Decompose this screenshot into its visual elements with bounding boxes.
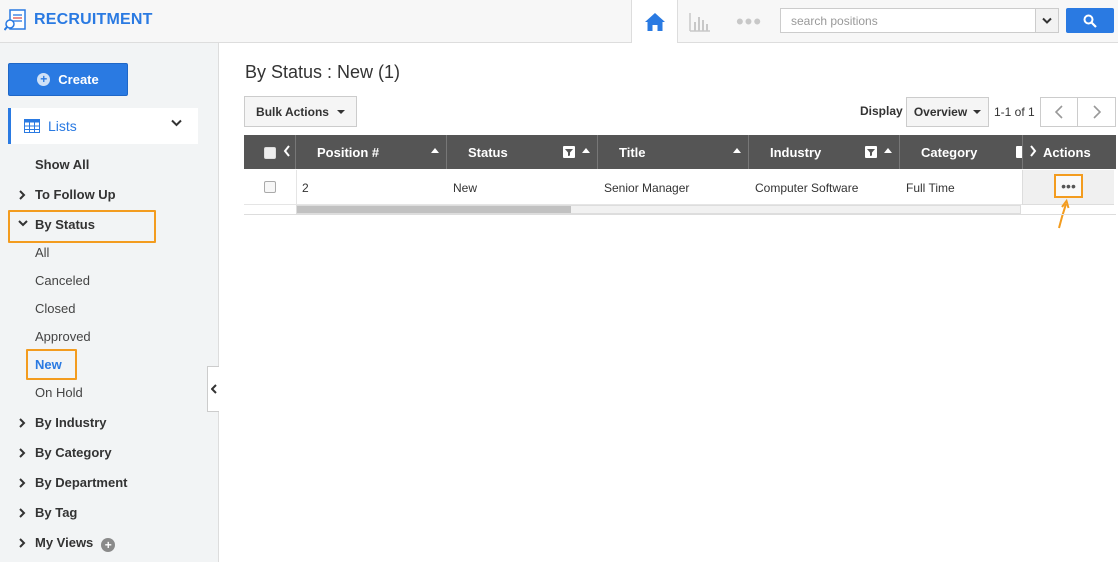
sidebar-collapse-toggle[interactable]	[207, 366, 219, 412]
chevron-right-icon	[19, 190, 26, 200]
cell-title[interactable]: Senior Manager	[604, 181, 689, 195]
sidebar-item-by-status[interactable]: By Status	[35, 217, 95, 232]
sidebar-item-by-tag[interactable]: By Tag	[35, 505, 77, 520]
column-label: Category	[921, 144, 978, 160]
sidebar-subitem-new[interactable]: New	[35, 357, 62, 372]
display-select[interactable]: Overview	[906, 97, 989, 127]
more-dots-icon: •••	[735, 8, 763, 34]
chevron-left-icon	[1055, 105, 1063, 119]
top-bar: RECRUITMENT •••	[0, 0, 1118, 43]
display-label: Display	[860, 104, 903, 118]
bulk-actions-label: Bulk Actions	[256, 104, 329, 119]
home-icon	[644, 12, 665, 31]
horizontal-scrollbar[interactable]	[296, 205, 1021, 214]
sort-asc-icon[interactable]	[733, 148, 741, 153]
next-page-button[interactable]	[1078, 98, 1115, 126]
reports-button[interactable]	[680, 0, 720, 43]
more-apps-button[interactable]: •••	[726, 0, 772, 43]
scrollbar-thumb[interactable]	[297, 206, 571, 213]
row-divider	[296, 170, 297, 205]
cell-position: 2	[302, 181, 309, 195]
table-grid-icon	[24, 119, 40, 133]
row-actions-button[interactable]: •••	[1054, 174, 1083, 198]
select-all-checkbox[interactable]	[264, 147, 276, 159]
chevron-right-icon	[19, 508, 26, 518]
more-dots-icon: •••	[1061, 178, 1076, 194]
filter-icon[interactable]	[865, 146, 877, 158]
lists-dropdown[interactable]: Lists	[8, 108, 198, 144]
cell-category: Full Time	[906, 181, 955, 195]
pager	[1040, 97, 1116, 127]
sidebar-subitem-closed[interactable]: Closed	[35, 301, 75, 316]
select-all-cell	[244, 135, 296, 169]
chevron-down-icon	[171, 119, 182, 127]
search-button[interactable]	[1066, 8, 1114, 33]
bulk-actions-button[interactable]: Bulk Actions	[244, 96, 357, 127]
chevron-right-icon	[1092, 105, 1101, 119]
prev-page-button[interactable]	[1041, 98, 1079, 126]
column-header-industry[interactable]: Industry	[749, 135, 900, 169]
scroll-right-icon[interactable]	[1029, 145, 1037, 157]
sidebar-subitem-all[interactable]: All	[35, 245, 49, 260]
page-count: 1-1 of 1	[994, 105, 1035, 119]
home-button[interactable]	[631, 0, 678, 43]
chevron-right-icon	[19, 418, 26, 428]
column-label: Actions	[1043, 144, 1091, 160]
sidebar-item-to-follow-up[interactable]: To Follow Up	[35, 187, 116, 202]
cell-status: New	[453, 181, 478, 195]
sidebar-item-my-views[interactable]: My Views +	[35, 535, 116, 552]
sidebar-item-by-industry[interactable]: By Industry	[35, 415, 107, 430]
caret-down-icon	[973, 110, 982, 114]
cell-industry: Computer Software	[755, 181, 859, 195]
scroll-left-icon[interactable]	[283, 145, 291, 157]
column-header-position[interactable]: Position #	[296, 135, 447, 169]
caret-down-icon	[336, 109, 345, 114]
create-button[interactable]: + Create	[8, 63, 128, 96]
chevron-down-icon	[18, 220, 28, 227]
column-header-actions: Actions	[1022, 135, 1116, 169]
search-options-dropdown[interactable]	[1035, 8, 1059, 33]
sort-asc-icon[interactable]	[884, 148, 892, 153]
display-value: Overview	[913, 105, 968, 119]
chevron-down-icon	[1042, 17, 1052, 24]
chevron-right-icon	[19, 478, 26, 488]
column-header-title[interactable]: Title	[598, 135, 749, 169]
bar-chart-icon	[689, 12, 710, 32]
create-label: Create	[58, 72, 99, 87]
column-header-category[interactable]: Category	[900, 135, 1022, 169]
plus-circle-icon: +	[37, 73, 51, 86]
filter-icon[interactable]	[563, 146, 575, 158]
app-brand[interactable]: RECRUITMENT	[3, 8, 153, 32]
column-header-status[interactable]: Status	[447, 135, 598, 169]
column-label: Status	[468, 144, 508, 160]
chevron-right-icon	[19, 538, 26, 548]
column-label: Position #	[317, 144, 380, 160]
search-input[interactable]	[780, 8, 1036, 33]
sidebar-item-by-category[interactable]: By Category	[35, 445, 112, 460]
sidebar-subitem-canceled[interactable]: Canceled	[35, 273, 90, 288]
sidebar-item-show-all[interactable]: Show All	[35, 157, 89, 172]
my-views-label: My Views	[35, 535, 94, 550]
add-view-icon[interactable]: +	[101, 538, 116, 552]
sidebar-subitem-approved[interactable]: Approved	[35, 329, 91, 344]
table-header: Position # Status Title Industry Categor…	[244, 135, 1116, 169]
sort-asc-icon[interactable]	[582, 148, 590, 153]
table-row[interactable]: 2 New Senior Manager Computer Software F…	[244, 170, 1114, 205]
page-title: By Status : New (1)	[245, 62, 401, 82]
sort-asc-icon[interactable]	[431, 148, 439, 153]
sidebar-subitem-on-hold[interactable]: On Hold	[35, 385, 83, 400]
app-title: RECRUITMENT	[34, 11, 153, 28]
search-icon	[1083, 14, 1097, 28]
column-label: Industry	[770, 144, 822, 160]
column-label: Title	[619, 144, 646, 160]
sidebar-item-by-department[interactable]: By Department	[35, 475, 127, 490]
table-bottom-border	[244, 214, 1116, 215]
chevron-left-icon	[210, 384, 217, 394]
lists-label: Lists	[48, 118, 77, 134]
recruitment-logo-icon	[3, 8, 28, 32]
chevron-right-icon	[19, 448, 26, 458]
row-checkbox[interactable]	[264, 181, 276, 193]
